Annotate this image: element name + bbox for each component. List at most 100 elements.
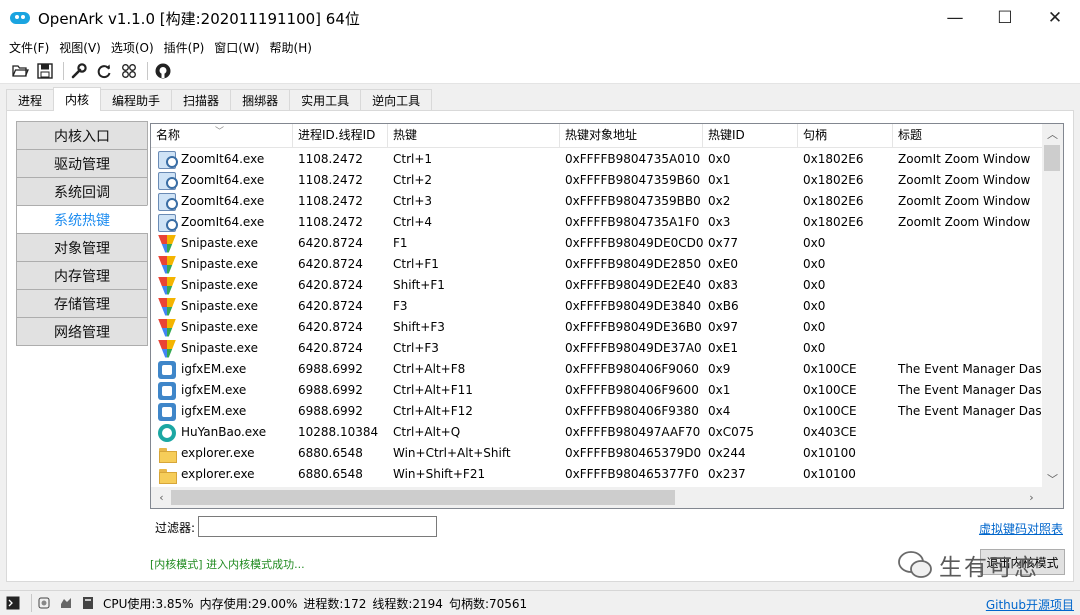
tab-kernel[interactable]: 内核 xyxy=(53,87,102,111)
table-row[interactable]: HuYanBao.exe 10288.10384 Ctrl+Alt+Q 0xFFFFB… xyxy=(151,422,1043,443)
virtual-keycode-table-link[interactable]: 虚拟键码对照表 xyxy=(979,520,1063,537)
cell-hotkey: F1 xyxy=(393,236,408,250)
menu-file[interactable]: 文件(F) xyxy=(4,39,54,56)
tab-reverse-tools[interactable]: 逆向工具 xyxy=(360,89,433,111)
table-row[interactable]: explorer.exe 6880.6548 Win+Shift+F21 0xFFFF… xyxy=(151,464,1043,485)
cell-handle: 0x1802E6 xyxy=(803,152,864,166)
table-row[interactable]: Snipaste.exe 6420.8724 F1 0xFFFFB98049DE0CD… xyxy=(151,233,1043,254)
hotkey-table[interactable]: ﹀ 名称 进程ID.线程ID 热键 热键对象地址 热键ID 句柄 标题 ZoomI… xyxy=(150,123,1064,509)
storage-icon xyxy=(83,597,93,609)
cell-title: ZoomIt Zoom Window xyxy=(898,215,1031,229)
wrench-icon[interactable] xyxy=(69,61,89,81)
cell-name: igfxEM.exe xyxy=(151,380,293,401)
cell-hotkey-id: 0xE1 xyxy=(708,341,738,355)
side-item-memory-manager[interactable]: 内存管理 xyxy=(16,261,148,290)
column-header-hotkey[interactable]: 热键 xyxy=(388,124,560,148)
menu-view[interactable]: 视图(V) xyxy=(54,39,106,56)
horizontal-scrollbar[interactable]: ‹ › xyxy=(151,487,1063,508)
column-header-handle[interactable]: 句柄 xyxy=(798,124,893,148)
save-icon[interactable] xyxy=(35,61,55,81)
process-name: Snipaste.exe xyxy=(181,299,258,313)
huyanbao-app-icon xyxy=(158,423,176,442)
table-row[interactable]: ZoomIt64.exe 1108.2472 Ctrl+2 0xFFFFB980473… xyxy=(151,170,1043,191)
table-row[interactable]: ZoomIt64.exe 1108.2472 Ctrl+4 0xFFFFB980473… xyxy=(151,212,1043,233)
status-bar: CPU使用:3.85% 内存使用:29.00% 进程数:172 线程数:2194… xyxy=(0,590,1080,615)
cell-handle: 0x1802E6 xyxy=(803,194,864,208)
menu-window[interactable]: 窗口(W) xyxy=(209,39,264,56)
cell-hotkey-id: 0x77 xyxy=(708,236,739,250)
table-row[interactable]: Snipaste.exe 6420.8724 Ctrl+F3 0xFFFFB98049… xyxy=(151,338,1043,359)
cell-hotkey-address: 0xFFFFB98047359BB0 xyxy=(565,194,701,208)
table-row[interactable]: igfxEM.exe 6988.6992 Ctrl+Alt+F11 0xFFFFB98… xyxy=(151,380,1043,401)
vertical-scrollbar[interactable]: ︿ ﹀ xyxy=(1042,124,1063,489)
cell-hotkey-id: 0xB6 xyxy=(708,299,739,313)
igfx-app-icon xyxy=(158,360,176,379)
cell-title: The Event Manager Dashb xyxy=(898,404,1043,418)
column-header-name[interactable]: ﹀ 名称 xyxy=(151,124,293,148)
menu-plugins[interactable]: 插件(P) xyxy=(159,39,210,56)
side-item-kernel-entry[interactable]: 内核入口 xyxy=(16,121,148,150)
table-row[interactable]: ZoomIt64.exe 1108.2472 Ctrl+1 0xFFFFB980473… xyxy=(151,149,1043,170)
table-row[interactable]: igfxEM.exe 6988.6992 Ctrl+Alt+F8 0xFFFFB980… xyxy=(151,359,1043,380)
cell-hotkey-id: 0x83 xyxy=(708,278,739,292)
vertical-scroll-thumb[interactable] xyxy=(1044,145,1060,171)
cell-hotkey-address: 0xFFFFB980406F9600 xyxy=(565,383,699,397)
cell-title: The Event Manager Dashb xyxy=(898,362,1043,376)
column-header-pid-tid[interactable]: 进程ID.线程ID xyxy=(293,124,388,148)
scroll-left-icon[interactable]: ‹ xyxy=(151,487,172,507)
filter-input[interactable] xyxy=(198,516,437,537)
scroll-right-icon[interactable]: › xyxy=(1021,487,1042,507)
console-icon[interactable] xyxy=(6,596,20,610)
cell-handle: 0x0 xyxy=(803,299,826,313)
side-item-network-manager[interactable]: 网络管理 xyxy=(16,317,148,346)
menu-options[interactable]: 选项(O) xyxy=(106,39,159,56)
open-folder-icon[interactable] xyxy=(10,61,30,81)
exit-kernel-mode-button[interactable]: 退出内核模式 xyxy=(980,549,1065,575)
scroll-down-icon[interactable]: ﹀ xyxy=(1042,469,1063,489)
github-project-link[interactable]: Github开源项目 xyxy=(986,596,1074,613)
tab-process[interactable]: 进程 xyxy=(6,89,55,111)
toolbar-separator xyxy=(147,61,148,80)
side-item-driver-manager[interactable]: 驱动管理 xyxy=(16,149,148,178)
side-item-storage-manager[interactable]: 存储管理 xyxy=(16,289,148,318)
column-header-hotkey-address[interactable]: 热键对象地址 xyxy=(560,124,703,148)
cell-pid-tid: 6420.8724 xyxy=(298,278,363,292)
maximize-button[interactable]: ☐ xyxy=(980,0,1030,36)
minimize-button[interactable]: — xyxy=(930,0,980,36)
toolbar xyxy=(0,58,1080,84)
column-header-title[interactable]: 标题 xyxy=(893,124,1043,148)
tab-scanner[interactable]: 扫描器 xyxy=(171,89,232,111)
table-row[interactable]: explorer.exe 6880.6548 Win+Ctrl+Alt+Shift 0… xyxy=(151,443,1043,464)
cell-pid-tid: 6880.6548 xyxy=(298,446,363,460)
cpu-usage: CPU使用:3.85% xyxy=(103,596,194,611)
cell-hotkey: Shift+F3 xyxy=(393,320,445,334)
column-header-hotkey-id[interactable]: 热键ID xyxy=(703,124,798,148)
github-icon[interactable] xyxy=(153,61,173,81)
tab-bundler[interactable]: 捆绑器 xyxy=(230,89,291,111)
grid-icon[interactable] xyxy=(119,61,139,81)
menu-help[interactable]: 帮助(H) xyxy=(265,39,317,56)
side-item-system-callbacks[interactable]: 系统回调 xyxy=(16,177,148,206)
table-row[interactable]: igfxEM.exe 6988.6992 Ctrl+Alt+F12 0xFFFFB98… xyxy=(151,401,1043,422)
igfx-app-icon xyxy=(158,402,176,421)
cell-pid-tid: 6420.8724 xyxy=(298,299,363,313)
table-row[interactable]: Snipaste.exe 6420.8724 Ctrl+F1 0xFFFFB98049… xyxy=(151,254,1043,275)
scroll-up-icon[interactable]: ︿ xyxy=(1042,124,1063,144)
cell-hotkey-address: 0xFFFFB98049DE37A0 xyxy=(565,341,702,355)
table-row[interactable]: ZoomIt64.exe 1108.2472 Ctrl+3 0xFFFFB980473… xyxy=(151,191,1043,212)
cell-title xyxy=(893,443,1043,464)
refresh-icon[interactable] xyxy=(94,61,114,81)
title-bar: OpenArk v1.1.0 [构建:202011191100] 64位 — ☐… xyxy=(0,0,1080,36)
close-button[interactable]: ✕ xyxy=(1030,0,1080,36)
tab-utilities[interactable]: 实用工具 xyxy=(289,89,362,111)
table-row[interactable]: Snipaste.exe 6420.8724 F3 0xFFFFB98049DE384… xyxy=(151,296,1043,317)
cell-hotkey: Ctrl+3 xyxy=(393,194,433,208)
table-row[interactable]: Snipaste.exe 6420.8724 Shift+F3 0xFFFFB9804… xyxy=(151,317,1043,338)
table-row[interactable]: Snipaste.exe 6420.8724 Shift+F1 0xFFFFB9804… xyxy=(151,275,1043,296)
tab-coding-helper[interactable]: 编程助手 xyxy=(100,89,173,111)
horizontal-scroll-thumb[interactable] xyxy=(171,490,675,505)
cell-hotkey-address: 0xFFFFB980465379D0 xyxy=(565,446,702,460)
cell-handle: 0x100CE xyxy=(803,383,857,397)
side-item-object-manager[interactable]: 对象管理 xyxy=(16,233,148,262)
side-item-system-hotkeys[interactable]: 系统热键 xyxy=(16,205,148,234)
